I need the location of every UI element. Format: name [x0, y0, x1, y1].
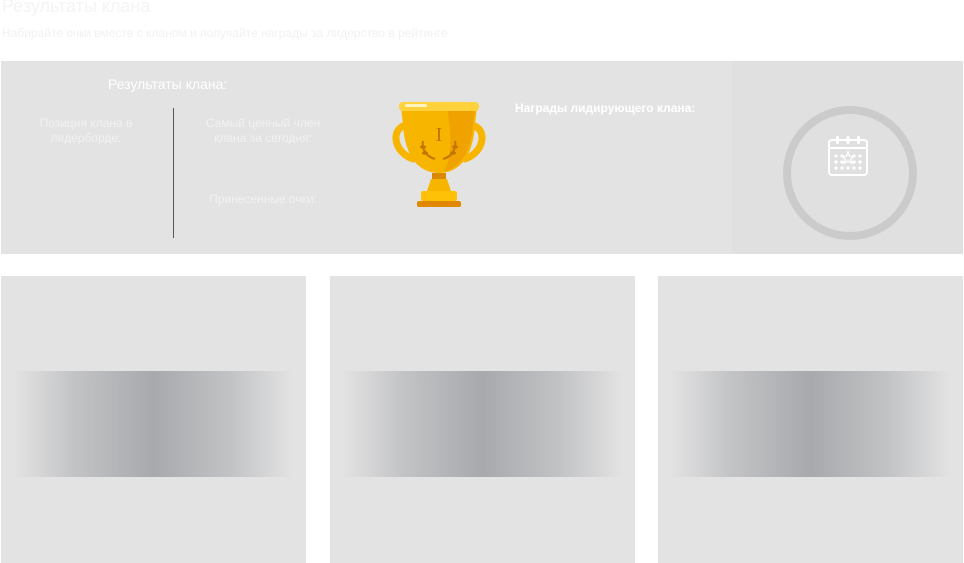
- loading-skeleton: [343, 371, 622, 477]
- svg-text:I: I: [436, 124, 443, 146]
- valuable-member-label: Самый ценный член клана за сегодня:: [205, 116, 321, 145]
- reward-card-placeholder: [1, 276, 306, 563]
- stats-divider: [173, 108, 174, 238]
- calendar-icon: [828, 136, 868, 176]
- loading-skeleton: [671, 371, 950, 477]
- clan-results-title: Результаты клана:: [108, 76, 228, 92]
- clan-position-label: Позиция клана в лидерборде:: [39, 116, 133, 145]
- reward-card-placeholder: [658, 276, 963, 563]
- reward-card-placeholder: [330, 276, 635, 563]
- loading-skeleton: [14, 371, 293, 477]
- page-title: Результаты клана: [2, 0, 151, 16]
- page-subtitle: Набирайте очки вместе с кланом и получай…: [2, 26, 448, 40]
- points-label: Принесенные очки:: [209, 192, 317, 206]
- trophy-icon: I: [392, 102, 486, 207]
- countdown-widget: [732, 61, 963, 254]
- clan-results-panel: Результаты клана: Позиция клана в лидерб…: [1, 61, 963, 254]
- leader-rewards-title: Награды лидирующего клана:: [515, 101, 696, 115]
